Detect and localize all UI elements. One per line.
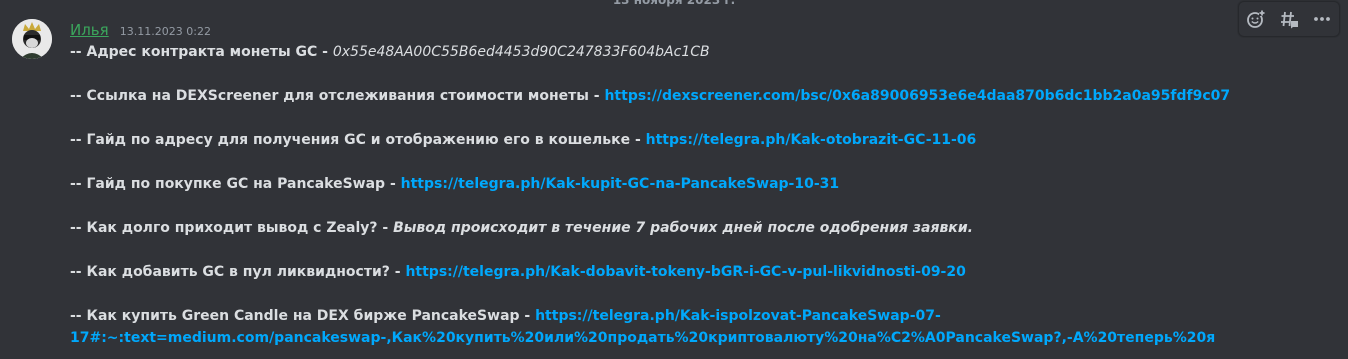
- list-item: -- Как купить Green Candle на DEX бирже …: [70, 305, 1320, 327]
- list-item: -- Адрес контракта монеты GC - 0x55e48AA…: [70, 41, 1320, 63]
- contract-address: 0x55e48AA00C55B6ed4453d90C247833F604bAc1…: [332, 44, 710, 60]
- add-reaction-button[interactable]: [1242, 5, 1270, 33]
- list-item: -- Ссылка на DEXScreener для отслеживани…: [70, 85, 1320, 107]
- line-label: -- Гайд по покупке GC на PancakeSwap -: [70, 176, 401, 192]
- line-label: -- Адрес контракта монеты GC -: [70, 44, 333, 60]
- pancakeswap-guide-link[interactable]: https://telegra.ph/Kak-ispolzovat-Pancak…: [535, 308, 941, 324]
- list-item: 17#:~:text=medium.com/pancakeswap-,Как%2…: [70, 327, 1320, 349]
- message-header: Илья 13.11.2023 0:22: [70, 20, 211, 40]
- more-options-button[interactable]: [1308, 5, 1336, 33]
- more-options-icon: [1314, 17, 1331, 21]
- pancakeswap-guide-link-continued[interactable]: 17#:~:text=medium.com/pancakeswap-,Как%2…: [70, 330, 1215, 346]
- avatar[interactable]: [12, 19, 52, 59]
- guide-display-link[interactable]: https://telegra.ph/Kak-otobrazit-GC-11-0…: [646, 132, 977, 148]
- line-label: -- Гайд по адресу для получения GC и ото…: [70, 132, 646, 148]
- guide-buy-link[interactable]: https://telegra.ph/Kak-kupit-GC-na-Panca…: [401, 176, 840, 192]
- list-item: -- Как добавить GC в пул ликвидности? - …: [70, 261, 1320, 283]
- line-label: -- Как купить Green Candle на DEX бирже …: [70, 308, 536, 324]
- line-label: -- Как долго приходит вывод с Zealy? -: [70, 220, 394, 236]
- list-item: -- Гайд по покупке GC на PancakeSwap - h…: [70, 173, 1320, 195]
- message-content: -- Адрес контракта монеты GC - 0x55e48AA…: [70, 41, 1320, 349]
- line-label: -- Ссылка на DEXScreener для отслеживани…: [70, 88, 605, 104]
- create-thread-icon: [1280, 11, 1298, 29]
- dexscreener-link[interactable]: https://dexscreener.com/bsc/0x6a89006953…: [604, 88, 1230, 104]
- list-item: -- Как долго приходит вывод с Zealy? - В…: [70, 217, 1320, 239]
- chat-message: Илья 13.11.2023 0:22 -- Адрес контракта …: [0, 0, 1348, 359]
- line-label: -- Как добавить GC в пул ликвидности? -: [70, 264, 406, 280]
- liquidity-pool-link[interactable]: https://telegra.ph/Kak-dobavit-tokeny-bG…: [405, 264, 965, 280]
- withdrawal-answer: Вывод происходит в течение 7 рабочих дне…: [393, 220, 973, 236]
- create-thread-button[interactable]: [1275, 5, 1303, 33]
- list-item: -- Гайд по адресу для получения GC и ото…: [70, 129, 1320, 151]
- add-reaction-icon: [1246, 10, 1265, 28]
- message-toolbar: [1238, 1, 1340, 37]
- message-timestamp[interactable]: 13.11.2023 0:22: [120, 25, 211, 38]
- avatar-image: [12, 19, 52, 59]
- username[interactable]: Илья: [70, 21, 109, 39]
